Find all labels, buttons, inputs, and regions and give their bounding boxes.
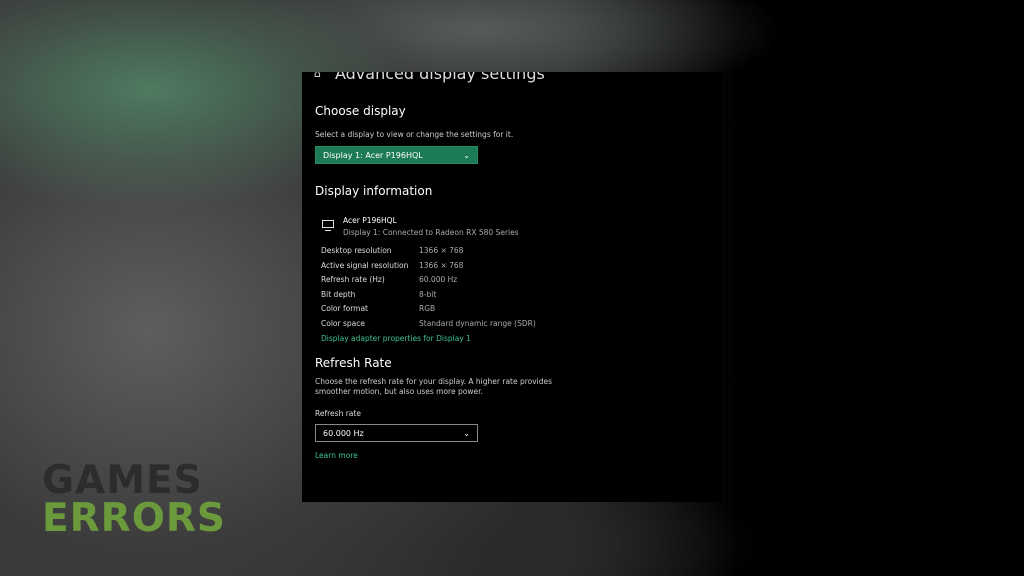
choose-display-heading: Choose display [315,104,406,118]
logo-line2: ERRORS [42,496,226,541]
games-errors-logo: GAMES ERRORS [42,458,226,541]
info-value: Standard dynamic range (SDR) [419,319,536,328]
display-adapter-properties-link[interactable]: Display adapter properties for Display 1 [321,334,471,343]
home-icon[interactable]: ⌂ [314,72,321,80]
monitor-icon [322,220,334,228]
chevron-down-icon: ⌄ [463,150,470,160]
learn-more-link[interactable]: Learn more [315,451,358,460]
display-information-heading: Display information [315,184,433,198]
display-select-value: Display 1: Acer P196HQL [323,150,423,160]
refresh-description-line2: smoother motion, but also uses more powe… [315,387,483,396]
page-title: Advanced display settings [334,72,545,83]
logo-line1: GAMES [42,458,203,503]
info-row: Active signal resolution 1366 × 768 [321,261,463,270]
page-header: ⌂ Advanced display settings [314,72,545,83]
settings-window: ⌂ Advanced display settings Choose displ… [302,72,722,502]
refresh-rate-label: Refresh rate [315,409,361,418]
display-select[interactable]: Display 1: Acer P196HQL ⌄ [315,146,478,164]
refresh-rate-heading: Refresh Rate [315,356,392,370]
info-value: 60.000 Hz [419,275,458,284]
monitor-name: Acer P196HQL [343,216,397,225]
info-value: 1366 × 768 [419,261,464,270]
info-label: Color format [321,304,368,313]
info-row: Color format RGB [321,304,435,313]
choose-display-description: Select a display to view or change the s… [315,130,514,139]
info-label: Desktop resolution [321,246,392,255]
info-value: 1366 × 768 [419,246,464,255]
info-value: RGB [419,304,436,313]
info-value: 8-bit [419,290,437,299]
info-row: Bit depth 8-bit [321,290,436,299]
refresh-description-line1: Choose the refresh rate for your display… [315,377,553,386]
info-label: Color space [321,319,365,328]
refresh-rate-select[interactable]: 60.000 Hz ⌄ [315,424,478,442]
info-label: Refresh rate (Hz) [321,275,385,284]
info-label: Bit depth [321,290,356,299]
refresh-rate-value: 60.000 Hz [323,428,364,438]
monitor-connection: Display 1: Connected to Radeon RX 580 Se… [343,228,519,237]
info-label: Active signal resolution [321,261,409,270]
monitor-stand [325,230,331,232]
info-row: Refresh rate (Hz) 60.000 Hz [321,275,457,284]
info-row: Color space Standard dynamic range (SDR) [321,319,536,328]
info-row: Desktop resolution 1366 × 768 [321,246,463,255]
chevron-down-icon: ⌄ [463,428,470,438]
